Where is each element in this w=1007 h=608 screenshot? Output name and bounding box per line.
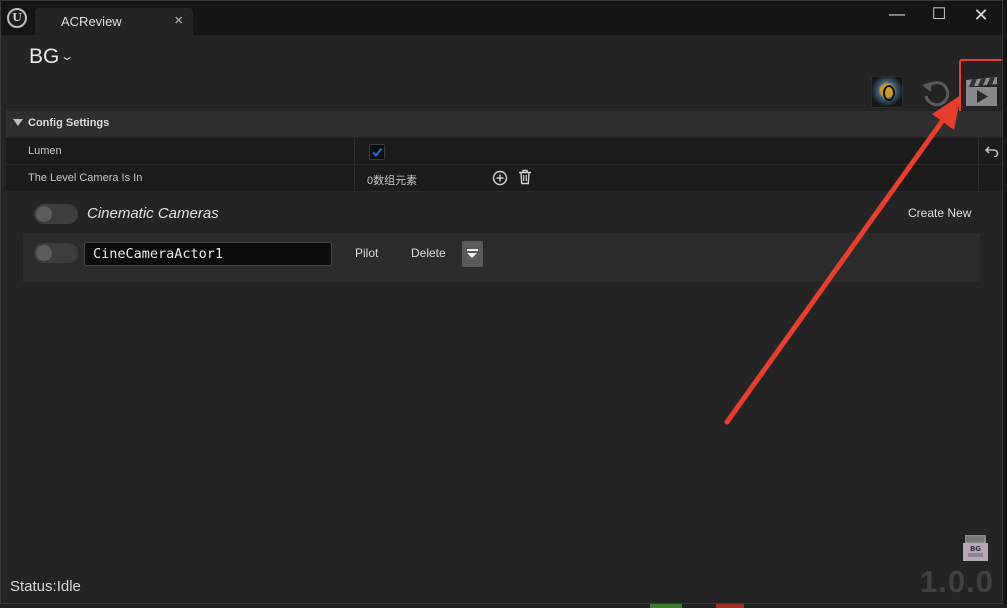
property-row-lumen: Lumen — [6, 138, 1002, 165]
camera-list-item: Pilot Delete — [23, 233, 980, 282]
property-label: The Level Camera Is In — [28, 172, 143, 184]
array-count: 0数组元素 — [367, 175, 418, 187]
sequencer-button[interactable] — [959, 59, 1002, 119]
property-label: Lumen — [28, 145, 62, 157]
config-settings-section[interactable]: Config Settings — [6, 111, 1002, 137]
chevron-down-icon[interactable]: ⌄ — [60, 49, 74, 63]
divider — [354, 165, 355, 191]
bg-asset-icon: BG — [962, 534, 989, 562]
lumen-checkbox[interactable] — [369, 144, 385, 160]
close-window-button[interactable]: ✕ — [959, 1, 1002, 31]
status-text: Status:Idle — [10, 578, 81, 595]
version-label: 1.0.0 — [920, 564, 994, 599]
camera-name-input[interactable] — [84, 242, 332, 266]
title-bar: U ACReview × — ☐ ✕ — [1, 1, 1002, 35]
camera-enable-toggle[interactable] — [34, 243, 78, 263]
maximize-button[interactable]: ☐ — [917, 1, 961, 31]
cinematic-cameras-title: Cinematic Cameras — [87, 205, 219, 222]
divider — [978, 138, 979, 164]
reset-icon[interactable] — [919, 76, 951, 108]
divider — [354, 138, 355, 164]
desktop-edge-red — [716, 604, 744, 608]
tab-acreview[interactable]: ACReview × — [35, 8, 193, 35]
cinematic-cameras-toggle[interactable] — [34, 204, 78, 224]
check-icon — [372, 147, 383, 158]
revert-icon[interactable] — [984, 144, 999, 162]
expand-arrow-icon[interactable] — [13, 119, 23, 126]
minimize-button[interactable]: — — [875, 1, 919, 31]
divider — [978, 165, 979, 191]
desktop-edge-green — [650, 604, 682, 608]
trash-icon[interactable] — [518, 169, 532, 190]
camera-options-dropdown[interactable] — [462, 241, 483, 267]
section-title: Config Settings — [28, 117, 110, 129]
blueprint-thumbnail[interactable] — [871, 76, 903, 108]
tab-close-icon[interactable]: × — [174, 12, 183, 29]
unreal-logo-icon[interactable]: U — [7, 8, 27, 28]
clapperboard-icon — [966, 77, 997, 106]
pilot-button[interactable]: Pilot — [355, 246, 378, 260]
bg-icon-label: BG — [970, 545, 981, 553]
delete-button[interactable]: Delete — [411, 246, 446, 260]
add-element-icon[interactable] — [492, 170, 508, 191]
blueprint-name[interactable]: BG — [29, 45, 59, 69]
desktop-edge — [0, 604, 1007, 608]
create-new-button[interactable]: Create New — [908, 206, 971, 220]
acreview-window: U ACReview × — ☐ ✕ BG ⌄ Config Settings … — [0, 0, 1003, 604]
property-row-level-camera: The Level Camera Is In 0数组元素 — [6, 165, 1002, 192]
tab-title: ACReview — [61, 14, 122, 29]
